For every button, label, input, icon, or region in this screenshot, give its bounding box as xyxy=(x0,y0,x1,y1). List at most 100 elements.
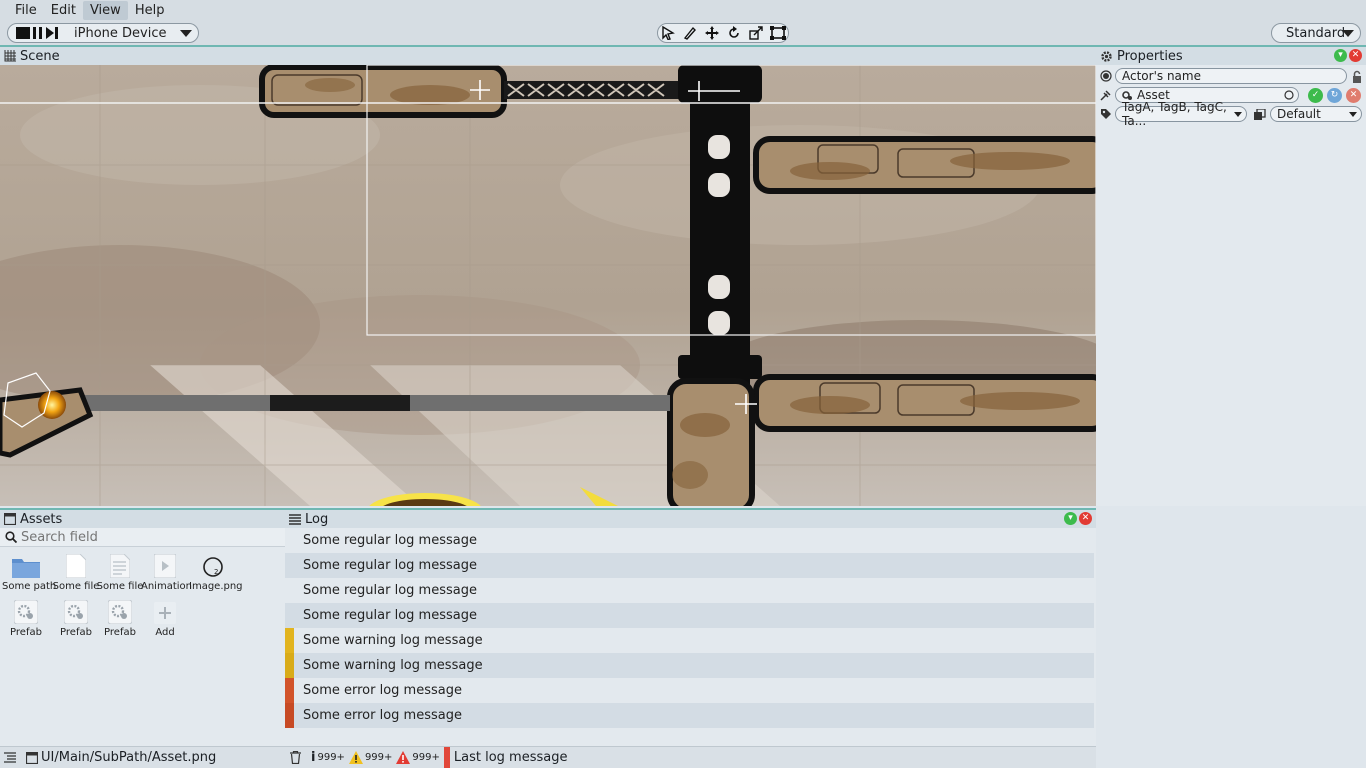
error-icon[interactable] xyxy=(396,751,411,764)
pause-icon[interactable] xyxy=(32,27,44,39)
log-entry-error[interactable]: Some error log message xyxy=(285,703,1094,728)
error-indicator xyxy=(285,678,294,703)
log-text: Some error log message xyxy=(303,683,462,698)
actor-name-placeholder: Actor's name xyxy=(1122,69,1201,83)
asset-item[interactable]: Prefab xyxy=(96,596,144,638)
brush-tool-icon[interactable] xyxy=(682,25,698,41)
log-entry[interactable]: Some regular log message xyxy=(285,528,1094,553)
scene-viewport[interactable] xyxy=(0,65,1096,506)
menu-icon[interactable] xyxy=(4,752,16,763)
log-level-indicator xyxy=(285,578,294,603)
log-entry-warning[interactable]: Some warning log message xyxy=(285,653,1094,678)
asset-item[interactable]: Animation xyxy=(141,550,192,592)
tag-icon xyxy=(1101,109,1111,119)
menu-file[interactable]: File xyxy=(8,1,44,20)
right-empty-area xyxy=(1096,506,1366,768)
close-icon[interactable]: ✕ xyxy=(1079,512,1092,525)
last-log-level-indicator xyxy=(443,747,450,768)
apply-icon[interactable]: ✓ xyxy=(1308,88,1323,103)
prefab-icon xyxy=(1122,90,1132,100)
layout-selector[interactable]: Standard xyxy=(1271,23,1361,43)
gear-icon xyxy=(1100,50,1113,63)
move-tool-icon[interactable] xyxy=(704,25,720,41)
log-text: Some error log message xyxy=(303,708,462,723)
lock-icon[interactable] xyxy=(1352,70,1362,83)
list-icon xyxy=(289,513,301,525)
asset-path: UI/Main/SubPath/Asset.png xyxy=(41,750,217,765)
platform-right-upper[interactable] xyxy=(753,136,1096,194)
log-entry[interactable]: Some regular log message xyxy=(285,553,1094,578)
file-icon xyxy=(66,554,86,578)
properties-title: Properties xyxy=(1117,48,1183,64)
log-level-indicator xyxy=(285,553,294,578)
asset-item[interactable]: Some file xyxy=(52,550,100,592)
search-input[interactable] xyxy=(21,529,271,545)
scale-tool-icon[interactable] xyxy=(748,25,764,41)
log-entry-warning[interactable]: Some warning log message xyxy=(285,628,1094,653)
folder-icon xyxy=(12,559,40,578)
properties-panel-header: Properties ▾ ✕ xyxy=(1096,45,1366,65)
asset-item[interactable]: 2 Image.png xyxy=(189,550,243,592)
break-link-icon[interactable]: ✕ xyxy=(1346,88,1361,103)
warning-count: 999+ xyxy=(364,752,393,763)
status-bar: UI/Main/SubPath/Asset.png i 999+ 999+ 99… xyxy=(0,746,1096,768)
add-asset-button[interactable]: Add xyxy=(141,596,189,638)
minimize-icon[interactable]: ▾ xyxy=(1064,512,1077,525)
properties-window-buttons: ▾ ✕ xyxy=(1334,49,1362,62)
asset-label: Some file xyxy=(96,581,144,592)
asset-label: Animation xyxy=(141,581,192,592)
device-selector[interactable]: iPhone Device xyxy=(7,23,199,43)
close-icon[interactable]: ✕ xyxy=(1349,49,1362,62)
layer-icon xyxy=(1254,109,1266,120)
layout-label: Standard xyxy=(1286,25,1346,41)
rect-tool-icon[interactable] xyxy=(770,25,786,41)
toolbar: iPhone Device Standard xyxy=(0,21,1366,45)
tags-dropdown[interactable]: TagA, TagB, TagC, Ta... xyxy=(1115,100,1247,128)
trash-icon[interactable] xyxy=(290,751,301,764)
scene-canvas[interactable] xyxy=(0,65,1096,506)
last-log-message: Last log message xyxy=(453,750,568,765)
layer-dropdown[interactable]: Default xyxy=(1270,106,1362,122)
platform-top-left[interactable] xyxy=(259,65,507,118)
log-status: i 999+ 999+ 999+ Last log message xyxy=(285,747,567,768)
menu-view[interactable]: View xyxy=(82,1,128,20)
asset-item[interactable]: Some path xyxy=(2,550,57,592)
asset-item[interactable]: Prefab xyxy=(2,596,50,638)
search-icon xyxy=(5,531,17,543)
transform-tools xyxy=(657,23,789,43)
menu-bar: File Edit View Help xyxy=(0,0,1366,21)
log-entry-error[interactable]: Some error log message xyxy=(285,678,1094,703)
asset-label: Some path xyxy=(2,581,57,592)
play-icon[interactable] xyxy=(16,27,30,39)
log-text: Some regular log message xyxy=(303,608,477,623)
log-list[interactable]: Some regular log message Some regular lo… xyxy=(285,528,1096,746)
chevron-down-icon xyxy=(180,30,192,37)
chevron-down-icon xyxy=(1349,112,1357,117)
log-entry[interactable]: Some regular log message xyxy=(285,603,1094,628)
menu-edit[interactable]: Edit xyxy=(44,1,83,20)
error-indicator xyxy=(285,703,294,728)
tower[interactable] xyxy=(678,65,762,385)
platform-right-lower[interactable] xyxy=(753,374,1096,432)
actor-name-field[interactable]: Actor's name xyxy=(1115,68,1347,84)
log-entry[interactable]: Some regular log message xyxy=(285,578,1094,603)
menu-help[interactable]: Help xyxy=(128,1,172,20)
asset-item[interactable]: Some file xyxy=(96,550,144,592)
asset-picker-icon[interactable] xyxy=(1284,90,1294,100)
visibility-toggle-icon[interactable] xyxy=(1100,70,1112,82)
warning-icon[interactable] xyxy=(348,751,363,764)
asset-label: Prefab xyxy=(104,627,136,638)
assets-body: Some path Some file Some file Animation … xyxy=(0,528,285,746)
asset-item[interactable]: Prefab xyxy=(52,596,100,638)
info-icon[interactable]: i xyxy=(311,750,315,765)
select-tool-icon[interactable] xyxy=(660,25,676,41)
minimize-icon[interactable]: ▾ xyxy=(1334,49,1347,62)
rotate-tool-icon[interactable] xyxy=(726,25,742,41)
warning-indicator xyxy=(285,653,294,678)
step-icon[interactable] xyxy=(46,27,58,39)
prefab-icon xyxy=(14,600,38,624)
warning-indicator xyxy=(285,628,294,653)
log-level-indicator xyxy=(285,603,294,628)
tower-base-block[interactable] xyxy=(667,378,755,506)
revert-icon[interactable]: ↻ xyxy=(1327,88,1342,103)
